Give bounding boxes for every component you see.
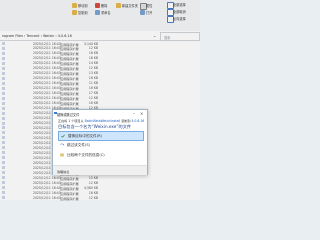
replace-file-option[interactable]: 替换目标中的文件(R) xyxy=(58,131,144,141)
dialog-footer: 简略信息 xyxy=(53,165,147,175)
minimize-button[interactable]: – xyxy=(133,111,135,116)
skip-file-label: 跳过该文件(S) xyxy=(67,143,91,147)
close-button[interactable]: × xyxy=(140,111,143,116)
dialog-copy-info: 正在将 1 个项目从 BatchBetaWeixinInstall 复制到 4.… xyxy=(58,118,144,123)
compare-files-label: 比较两个文件的信息(C) xyxy=(67,153,105,157)
replace-file-label: 替换目标中的文件(R) xyxy=(68,134,103,138)
copy-info-prefix: 正在将 1 个项目从 xyxy=(58,119,84,123)
checkmark-icon xyxy=(61,134,65,138)
compare-icon xyxy=(60,153,64,156)
replace-or-skip-dialog: 替换或跳过文件 – × 正在将 1 个项目从 BatchBetaWeixinIn… xyxy=(52,109,148,175)
dialog-title: 替换或跳过文件 xyxy=(57,112,80,117)
source-folder-link[interactable]: BatchBetaWeixinInstall xyxy=(85,119,121,123)
copy-info-mid: 复制到 xyxy=(121,119,131,123)
dialog-heading: 目标包含一个名为“Weixin.exe”的文件 xyxy=(58,124,132,129)
dialog-title-bar: 替换或跳过文件 – × xyxy=(53,110,147,117)
compare-files-option[interactable]: 比较两个文件的信息(C) xyxy=(58,151,142,159)
less-details-toggle[interactable]: 简略信息 xyxy=(57,169,69,174)
destination-folder-link[interactable]: 4.0.6.16 xyxy=(131,119,144,123)
skip-icon xyxy=(60,143,64,145)
skip-file-option[interactable]: 跳过该文件(S) xyxy=(58,141,142,149)
